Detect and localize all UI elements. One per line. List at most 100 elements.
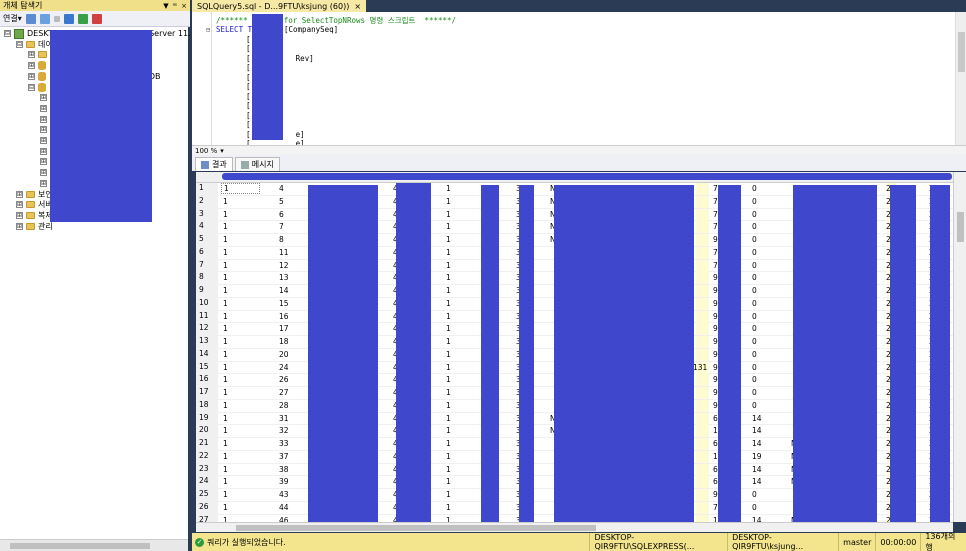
table-cell[interactable]: 12 [279,261,289,270]
table-cell[interactable]: 1 [223,439,228,448]
close-icon[interactable]: × [181,2,187,10]
zoom-level[interactable]: 100 % [195,147,217,155]
row-number[interactable]: 12 [196,323,218,336]
table-cell[interactable]: 1 [446,222,451,231]
table-cell[interactable]: 1 [223,312,228,321]
table-cell[interactable]: 0 [752,197,757,206]
collapse-icon[interactable]: ⊟ [4,30,11,37]
table-cell[interactable]: 1 [446,490,451,499]
table-cell[interactable]: 15 [279,299,289,308]
table-cell[interactable]: 1 [223,273,228,282]
row-number[interactable]: 9 [196,285,218,297]
table-cell[interactable]: 1 [446,184,451,193]
connect-icon[interactable] [25,13,36,24]
table-cell[interactable]: 28 [279,401,289,410]
row-number[interactable]: 5 [196,234,218,246]
table-cell[interactable]: 0 [752,210,757,219]
table-cell[interactable]: 0 [752,388,757,397]
table-cell[interactable]: 6 [279,210,284,219]
table-cell[interactable]: 1 [446,210,451,219]
table-cell[interactable]: 0 [752,363,757,372]
table-cell[interactable]: 32 [279,426,289,435]
table-cell[interactable]: 38 [279,465,289,474]
table-cell[interactable]: 0 [752,401,757,410]
table-cell[interactable]: 1 [223,401,228,410]
table-cell[interactable]: 0 [752,261,757,270]
tree-node[interactable]: ⊞ [28,60,49,71]
expand-icon[interactable]: ⊞ [40,169,47,177]
table-cell[interactable]: 1 [446,337,451,346]
table-cell[interactable]: 1 [446,465,451,474]
tree-node[interactable]: ⊞ 서버 [16,199,53,210]
table-cell[interactable]: 8 [279,235,284,244]
row-number[interactable]: 18 [196,399,218,412]
expand-icon[interactable]: ⊞ [40,147,47,155]
table-cell[interactable]: 1 [223,222,228,231]
table-cell[interactable]: 0 [752,503,757,512]
table-cell[interactable]: 1 [223,426,228,435]
tree-node[interactable]: ⊟ 데이 [16,39,53,50]
table-cell[interactable]: 14 [752,465,762,474]
expand-icon[interactable]: ⊞ [40,104,47,112]
horizontal-scrollbar[interactable] [0,539,188,551]
table-cell[interactable]: 1 [223,286,228,295]
table-cell[interactable]: 1 [223,363,228,372]
table-cell[interactable]: 1 [446,388,451,397]
table-cell[interactable]: 1 [446,235,451,244]
expand-icon[interactable]: ⊞ [40,115,47,123]
table-cell[interactable]: 1 [221,183,260,194]
table-cell[interactable]: 1 [223,299,228,308]
table-cell[interactable]: 17 [279,324,289,333]
table-cell[interactable]: 18 [279,337,289,346]
expand-icon[interactable]: ⊞ [16,211,23,219]
table-cell[interactable]: 1 [223,465,228,474]
chevron-down-icon[interactable]: ▾ [220,147,224,155]
table-cell[interactable]: 1 [446,261,451,270]
table-cell[interactable]: 1 [223,337,228,346]
tree-node[interactable]: ⊟ [28,82,49,93]
table-cell[interactable]: 14 [752,426,762,435]
table-cell[interactable]: 0 [752,324,757,333]
table-cell[interactable]: 131 [693,363,707,372]
tree-node[interactable]: ⊞ oDB [28,71,161,82]
tab-results[interactable]: 결과 [195,157,233,171]
table-cell[interactable]: 1 [223,414,228,423]
editor-vertical-scrollbar[interactable] [955,12,966,145]
query-editor[interactable]: ⊟ /****** Script for SelectTopNRows 명령 스… [192,12,966,158]
table-cell[interactable]: 1 [223,261,228,270]
expand-icon[interactable]: ⊞ [40,179,47,187]
table-cell[interactable]: 1 [223,197,228,206]
table-cell[interactable]: 20 [279,350,289,359]
table-cell[interactable]: 1 [223,503,228,512]
stop-icon[interactable] [53,15,60,22]
expand-icon[interactable]: ⊞ [40,158,47,166]
expand-icon[interactable]: ⊞ [28,62,35,70]
table-cell[interactable]: 1 [446,350,451,359]
expand-icon[interactable]: ⊞ [40,94,47,102]
table-cell[interactable]: 0 [752,350,757,359]
table-cell[interactable]: 33 [279,439,289,448]
filter-icon[interactable] [63,13,74,24]
row-number[interactable]: 23 [196,463,218,476]
row-number[interactable]: 6 [196,246,218,259]
table-cell[interactable]: 16 [279,312,289,321]
grid-horizontal-scrollbar[interactable] [196,522,953,532]
tab-messages[interactable]: 메시지 [234,157,280,171]
row-number[interactable]: 3 [196,208,218,221]
table-cell[interactable]: 39 [279,477,289,486]
expand-icon[interactable]: ⊞ [16,190,23,198]
grid-vertical-scrollbar[interactable] [953,172,966,522]
table-cell[interactable]: 1 [446,197,451,206]
connect-button[interactable]: 연결▾ [3,13,22,24]
table-cell[interactable]: 1 [446,452,451,461]
row-number[interactable]: 25 [196,489,218,501]
table-cell[interactable]: 14 [279,286,289,295]
table-cell[interactable]: 1 [446,286,451,295]
tab-close-icon[interactable]: × [354,2,361,11]
table-cell[interactable]: 14 [752,439,762,448]
tree-node[interactable]: ⊞ 복제 [16,210,53,221]
table-cell[interactable]: 0 [752,184,757,193]
table-cell[interactable]: 1 [223,477,228,486]
expand-icon[interactable]: ⊞ [28,51,35,59]
table-cell[interactable]: 7 [279,222,284,231]
